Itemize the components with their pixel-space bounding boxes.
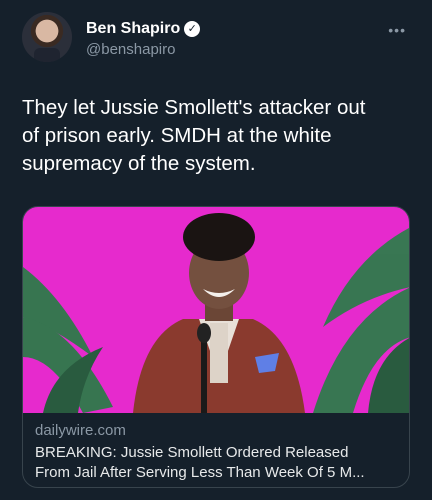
author-handle[interactable]: @benshapiro bbox=[86, 41, 200, 58]
link-card-title-line-2: From Jail After Serving Less Than Week O… bbox=[35, 464, 365, 481]
tweet-header: Ben Shapiro ✓ @benshapiro ••• bbox=[22, 12, 414, 68]
author-names: Ben Shapiro ✓ @benshapiro bbox=[86, 19, 201, 58]
link-card[interactable]: dailywire.com BREAKING: Jussie Smollett … bbox=[22, 206, 410, 488]
link-card-image[interactable] bbox=[23, 207, 409, 413]
more-options-icon[interactable]: ••• bbox=[388, 22, 406, 38]
author-display-name[interactable]: Ben Shapiro bbox=[86, 19, 180, 38]
verified-badge-icon: ✓ bbox=[184, 20, 201, 37]
tweet-text: They let Jussie Smollett's attacker out … bbox=[22, 96, 366, 175]
link-card-domain: dailywire.com bbox=[35, 422, 126, 439]
link-card-title: BREAKING: Jussie Smollett Ordered Releas… bbox=[35, 443, 401, 483]
photo-illustration bbox=[23, 207, 409, 413]
link-card-meta: dailywire.com BREAKING: Jussie Smollett … bbox=[35, 421, 401, 483]
avatar[interactable] bbox=[22, 12, 72, 62]
link-card-title-line-1: BREAKING: Jussie Smollett Ordered Releas… bbox=[35, 444, 349, 461]
